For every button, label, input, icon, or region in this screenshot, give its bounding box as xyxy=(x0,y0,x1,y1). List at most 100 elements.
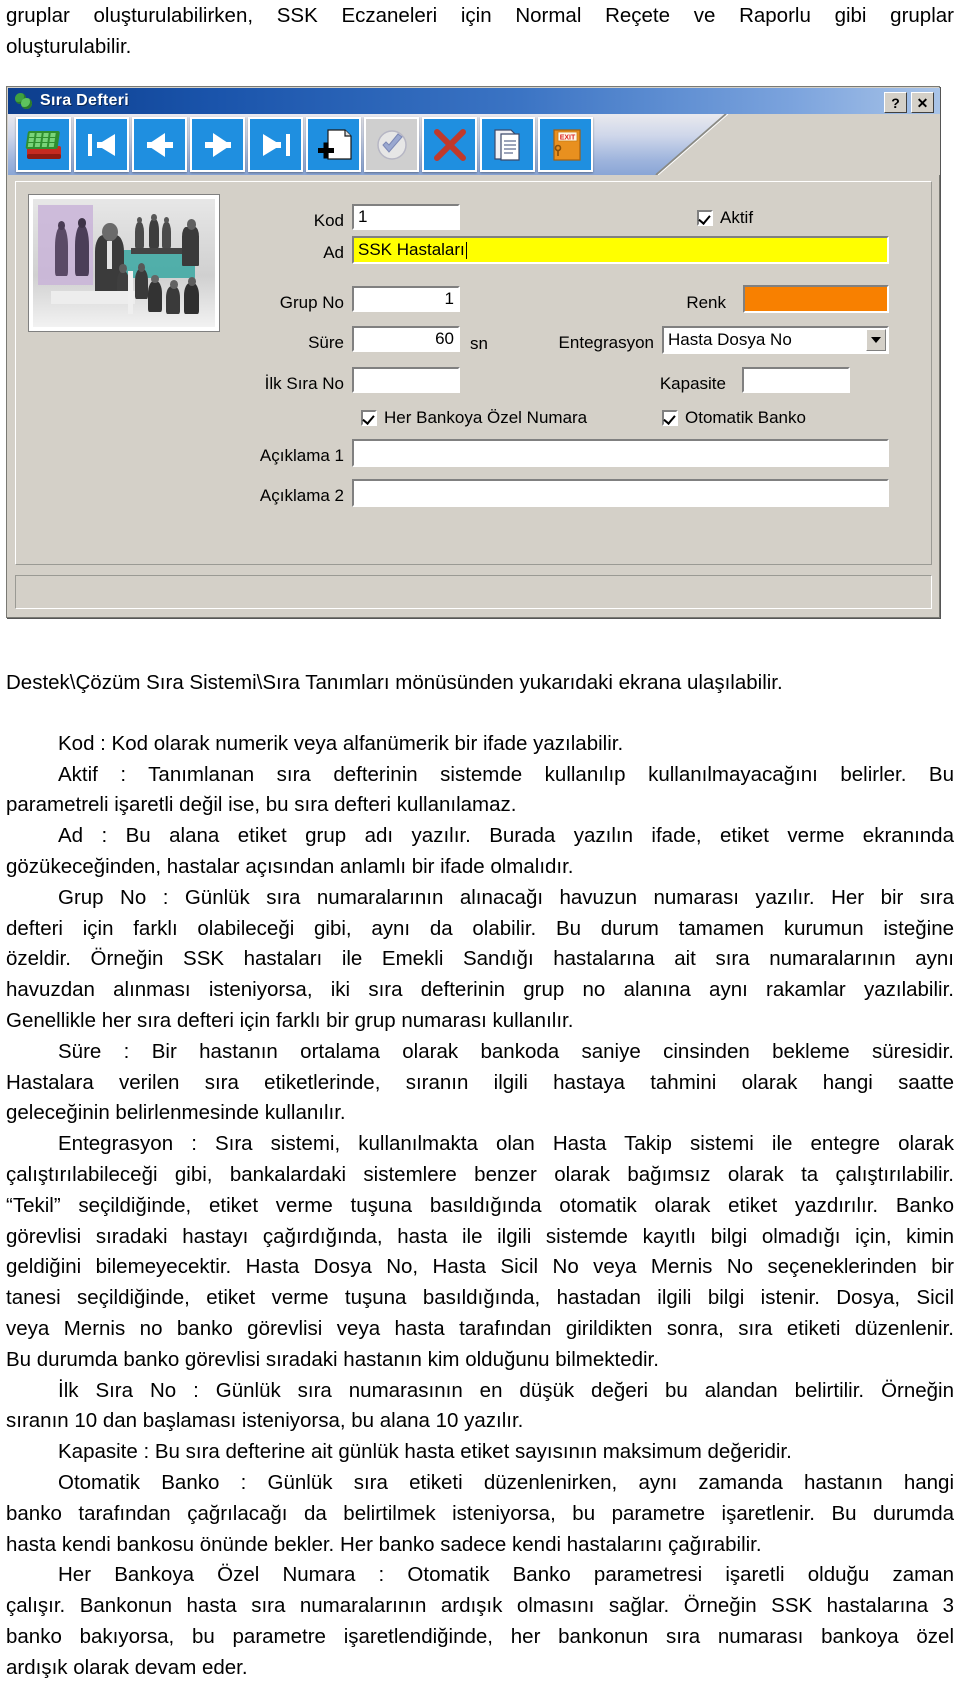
last-record-button[interactable] xyxy=(248,117,303,172)
entegrasyon-select[interactable]: Hasta Dosya No xyxy=(662,326,889,354)
dialog-title: Sıra Defteri xyxy=(40,92,129,109)
her-bankoya-ozel-numara-label: Her Bankoya Özel Numara xyxy=(384,408,588,427)
confirm-button[interactable] xyxy=(364,117,419,172)
aciklama-1-label: Açıklama 1 xyxy=(259,446,344,465)
body-line-26: Otomatik Banko : Günlük sıra etiketi düz… xyxy=(58,1470,954,1494)
body-line-28: hasta kendi bankosu önünde bekler. Her b… xyxy=(6,1532,762,1556)
ilk-sira-no-input[interactable] xyxy=(352,367,460,393)
cash-register-button[interactable] xyxy=(16,117,71,172)
aciklama-1-input[interactable] xyxy=(352,439,889,467)
body-line-21: veya Mernis no banko görevlisi veya hast… xyxy=(6,1316,954,1340)
body-line-1: Destek\Çözüm Sıra Sistemi\Sıra Tanımları… xyxy=(6,671,783,694)
body-line-11: Genellikle her sıra defteri için farklı … xyxy=(6,1008,574,1032)
new-document-plus-icon xyxy=(317,128,352,160)
body-line-32: ardışık olarak devam eder. xyxy=(6,1655,248,1679)
sure-unit-label: sn xyxy=(470,334,488,353)
her-bankoya-ozel-numara-checkbox[interactable] xyxy=(361,410,377,426)
dialog-titlebar: Sıra Defteri ? ✕ xyxy=(8,88,940,114)
top-paragraph-line-1: gruplar oluşturulabilirken, SSK Eczanele… xyxy=(6,4,954,27)
body-line-8: defteri için farklı olabileceği gibi, ay… xyxy=(6,916,954,940)
previous-record-icon xyxy=(146,132,173,157)
body-line-30: çalışır. Bankonun hasta sıra numaraların… xyxy=(6,1594,954,1618)
body-line-27: banko tarafından çağrılacağı da belirtil… xyxy=(6,1501,954,1525)
body-line-10: havuzdan alınması isteniyorsa, iki sıra … xyxy=(6,978,954,1002)
kod-input[interactable]: 1 xyxy=(352,204,460,230)
check-shield-icon xyxy=(376,129,407,160)
dialog-toolbar: EXIT xyxy=(8,114,940,175)
otomatik-banko-checkbox[interactable] xyxy=(662,410,678,426)
toolbar-buttons: EXIT xyxy=(16,117,593,172)
first-record-button[interactable] xyxy=(74,117,129,172)
otomatik-banko-label: Otomatik Banko xyxy=(685,408,806,427)
body-text: Destek\Çözüm Sıra Sistemi\Sıra Tanımları… xyxy=(6,668,954,1684)
renk-label: Renk xyxy=(686,293,726,312)
text-caret xyxy=(465,241,467,259)
cash-register-icon xyxy=(25,130,61,159)
help-button[interactable]: ? xyxy=(884,92,907,113)
top-paragraph-line-2: oluşturulabilir. xyxy=(6,35,132,58)
entegrasyon-label: Entegrasyon xyxy=(558,333,654,352)
body-line-13: Hastalara verilen sıra etiketlerinde, sı… xyxy=(6,1070,954,1094)
body-line-12: Süre : Bir hastanın ortalama olarak bank… xyxy=(58,1039,954,1063)
body-line-17: “Tekil” seçildiğinde, etiket verme tuşun… xyxy=(6,1193,954,1217)
body-line-19: geldiğini bilemeyecektir. Hasta Dosya No… xyxy=(6,1255,954,1279)
recycle-icon xyxy=(15,92,33,110)
first-record-icon xyxy=(87,133,115,156)
sira-defteri-dialog: Sıra Defteri ? ✕ EXIT Kod 1 Ad SSK Hasta… xyxy=(6,86,940,618)
aktif-checkbox[interactable] xyxy=(697,210,713,226)
report-button[interactable] xyxy=(480,117,535,172)
body-line-2: Kod : Kod olarak numerik veya alfanümeri… xyxy=(58,731,624,755)
document-report-icon xyxy=(493,128,520,161)
toolbar-slope-decoration xyxy=(656,114,940,175)
body-line-5: Ad : Bu alana etiket grup adı yazılır. B… xyxy=(58,824,954,848)
aciklama-2-label: Açıklama 2 xyxy=(259,486,344,505)
entegrasyon-selected-value: Hasta Dosya No xyxy=(668,330,792,349)
chevron-down-icon[interactable] xyxy=(866,329,886,351)
kapasite-label: Kapasite xyxy=(659,374,726,393)
her-bankoya-ozel-numara-row[interactable]: Her Bankoya Özel Numara xyxy=(361,408,587,428)
body-line-16: çalıştırılabileceği gibi, bankalardaki s… xyxy=(6,1162,954,1186)
body-line-15: Entegrasyon : Sıra sistemi, kullanılmakt… xyxy=(58,1132,954,1156)
body-line-9: özeldir. Örneğin SSK hastaları ile Emekl… xyxy=(6,947,954,971)
red-x-icon xyxy=(433,128,466,161)
body-line-29: Her Bankoya Özel Numara : Otomatik Banko… xyxy=(58,1563,954,1587)
svg-text:EXIT: EXIT xyxy=(559,134,575,141)
body-line-6: gözükeceğinden, hastalar açısından anlam… xyxy=(6,854,574,878)
next-record-icon xyxy=(204,132,231,157)
close-button[interactable]: ✕ xyxy=(911,92,934,113)
otomatik-banko-row[interactable]: Otomatik Banko xyxy=(662,408,806,428)
form-panel: Kod 1 Ad SSK Hastaları Grup No 1 Süre 60… xyxy=(15,181,932,565)
aktif-label: Aktif xyxy=(720,208,754,227)
kapasite-input[interactable] xyxy=(742,367,850,393)
grup-no-input[interactable]: 1 xyxy=(352,286,460,312)
body-line-18: görevlisi sıradaki hastayı çağırdığında,… xyxy=(6,1224,954,1248)
body-line-4: parametreli işaretli değil ise, bu sıra … xyxy=(6,793,517,817)
exit-door-icon: EXIT xyxy=(552,128,581,161)
aciklama-2-input[interactable] xyxy=(352,479,889,507)
kod-label: Kod xyxy=(313,211,344,230)
preview-image-box xyxy=(28,194,220,332)
ad-input[interactable]: SSK Hastaları xyxy=(352,236,889,264)
body-line-23: İlk Sıra No : Günlük sıra numarasının en… xyxy=(58,1378,954,1402)
ilk-sira-no-label: İlk Sıra No xyxy=(264,374,344,393)
ad-input-value: SSK Hastaları xyxy=(358,240,465,259)
body-line-20: tanesi seçildiğinde, etiket verme tuşuna… xyxy=(6,1286,954,1310)
body-line-22: Bu durumda banko görevlisi sıradaki hast… xyxy=(6,1347,659,1371)
dialog-statusbar xyxy=(15,575,932,609)
body-line-24: sıranın 10 dan başlaması isteniyorsa, bu… xyxy=(6,1409,524,1433)
renk-color-swatch[interactable] xyxy=(743,285,889,313)
aktif-row[interactable]: Aktif xyxy=(697,208,753,228)
delete-button[interactable] xyxy=(422,117,477,172)
next-record-button[interactable] xyxy=(190,117,245,172)
previous-record-button[interactable] xyxy=(132,117,187,172)
new-record-button[interactable] xyxy=(306,117,361,172)
grup-no-label: Grup No xyxy=(279,293,344,312)
body-line-3: Aktif : Tanımlanan sıra defterinin siste… xyxy=(58,762,954,786)
sure-label: Süre xyxy=(308,333,344,352)
sure-input[interactable]: 60 xyxy=(352,326,460,352)
ad-label: Ad xyxy=(323,243,344,262)
last-record-icon xyxy=(262,133,290,156)
window-buttons: ? ✕ xyxy=(884,92,934,113)
exit-button[interactable]: EXIT xyxy=(538,117,593,172)
office-people-collage-image xyxy=(33,199,215,327)
